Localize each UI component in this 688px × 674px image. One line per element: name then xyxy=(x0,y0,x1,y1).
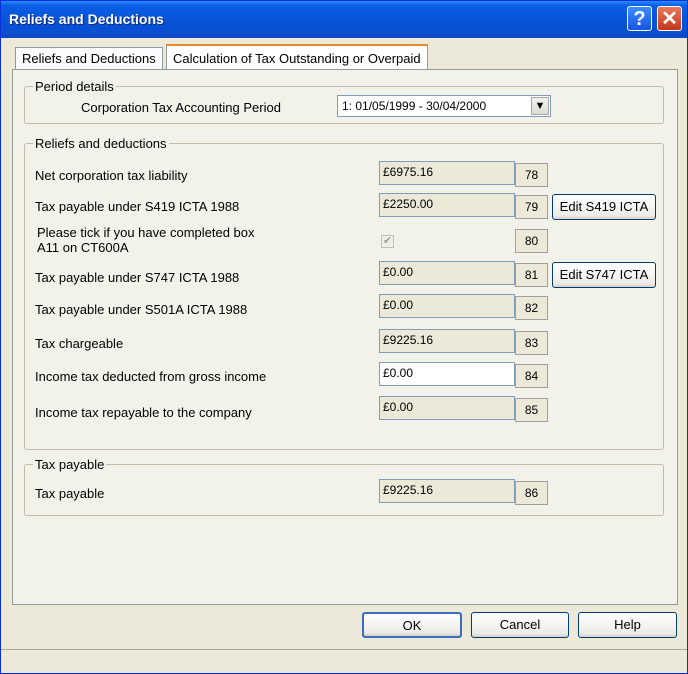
income-tax-deducted-input[interactable]: £0.00 xyxy=(379,362,515,386)
a11-checkbox[interactable]: ✔ xyxy=(381,235,394,248)
box-number-83: 83 xyxy=(515,331,548,355)
s419-field: £2250.00 xyxy=(379,193,515,217)
accounting-period-value: 1: 01/05/1999 - 30/04/2000 xyxy=(342,99,487,113)
box-number-86: 86 xyxy=(515,481,548,505)
box-number-84: 84 xyxy=(515,364,548,388)
tax-payable-group-title: Tax payable xyxy=(33,457,107,472)
reliefs-group: Reliefs and deductions Net corporation t… xyxy=(24,136,664,450)
tax-payable-field: £9225.16 xyxy=(379,479,515,503)
tax-payable-group: Tax payable Tax payable £9225.16 86 xyxy=(24,457,664,516)
tab-reliefs-and-deductions[interactable]: Reliefs and Deductions xyxy=(15,47,163,70)
net-ct-liability-label: Net corporation tax liability xyxy=(35,168,188,183)
title-bar[interactable]: Reliefs and Deductions ? ✕ xyxy=(1,1,687,38)
tax-chargeable-field: £9225.16 xyxy=(379,329,515,353)
window-title: Reliefs and Deductions xyxy=(9,11,164,27)
ok-button[interactable]: OK xyxy=(362,612,462,638)
tab-calculation-of-tax[interactable]: Calculation of Tax Outstanding or Overpa… xyxy=(166,44,428,71)
box-number-80: 80 xyxy=(515,229,548,253)
a11-checkbox-label-line1: Please tick if you have completed box xyxy=(37,225,255,240)
chevron-down-icon[interactable]: ▼ xyxy=(531,97,549,115)
s747-label: Tax payable under S747 ICTA 1988 xyxy=(35,270,240,285)
box-number-85: 85 xyxy=(515,398,548,422)
s501a-field: £0.00 xyxy=(379,294,515,318)
cancel-button[interactable]: Cancel xyxy=(471,612,569,638)
box-number-79: 79 xyxy=(515,195,548,219)
status-bar-divider xyxy=(1,649,687,650)
edit-s419-button[interactable]: Edit S419 ICTA xyxy=(552,194,656,220)
income-tax-repayable-label: Income tax repayable to the company xyxy=(35,405,252,420)
close-icon[interactable]: ✕ xyxy=(657,6,682,31)
accounting-period-label: Corporation Tax Accounting Period xyxy=(81,100,281,115)
a11-checkbox-label-line2: A11 on CT600A xyxy=(37,240,129,255)
box-number-82: 82 xyxy=(515,296,548,320)
period-details-title: Period details xyxy=(33,79,116,94)
net-ct-liability-field: £6975.16 xyxy=(379,161,515,185)
reliefs-group-title: Reliefs and deductions xyxy=(33,136,169,151)
tax-chargeable-label: Tax chargeable xyxy=(35,336,124,351)
income-tax-repayable-field: £0.00 xyxy=(379,396,515,420)
s747-field: £0.00 xyxy=(379,261,515,285)
accounting-period-select[interactable]: 1: 01/05/1999 - 30/04/2000 ▼ xyxy=(337,95,551,117)
edit-s747-button[interactable]: Edit S747 ICTA xyxy=(552,262,656,288)
box-number-81: 81 xyxy=(515,263,548,287)
tab-panel: Period details Corporation Tax Accountin… xyxy=(12,69,678,605)
dialog-window: Reliefs and Deductions ? ✕ Reliefs and D… xyxy=(0,0,688,674)
box-number-78: 78 xyxy=(515,163,548,187)
s419-label: Tax payable under S419 ICTA 1988 xyxy=(35,199,240,214)
s501a-label: Tax payable under S501A ICTA 1988 xyxy=(35,302,248,317)
period-details-group: Period details Corporation Tax Accountin… xyxy=(24,79,664,124)
help-button[interactable]: Help xyxy=(578,612,677,638)
help-icon[interactable]: ? xyxy=(627,6,652,31)
tax-payable-label: Tax payable xyxy=(35,486,105,501)
income-tax-deducted-label: Income tax deducted from gross income xyxy=(35,369,267,384)
